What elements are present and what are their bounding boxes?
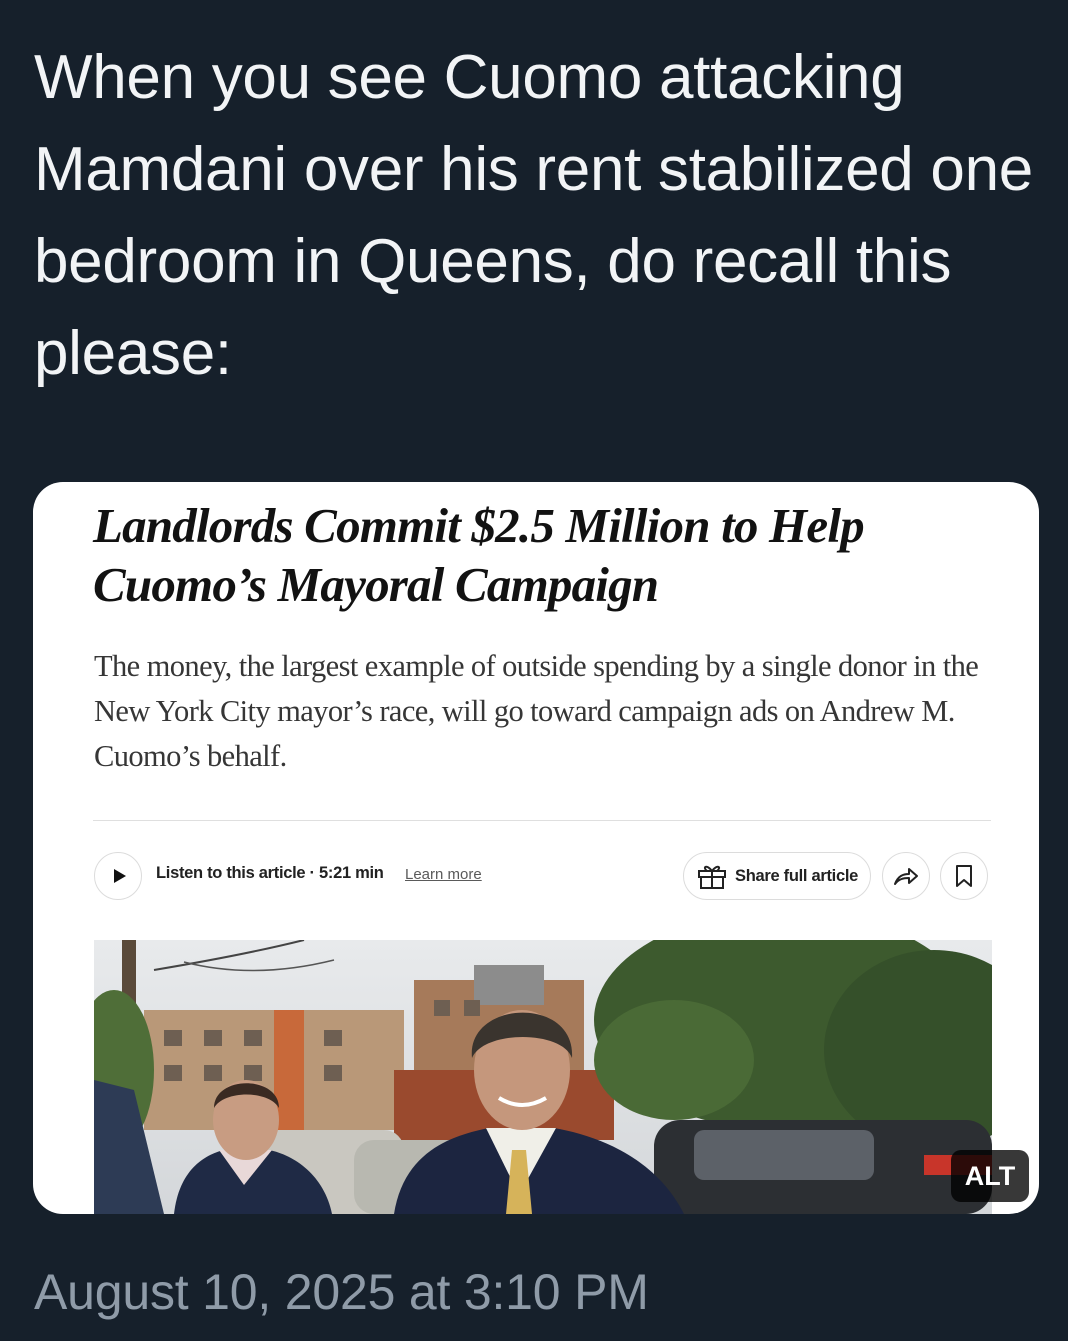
bookmark-button[interactable]	[940, 852, 988, 900]
share-full-article-button[interactable]: Share full article	[683, 852, 871, 900]
tweet-timestamp[interactable]: August 10, 2025 at 3:10 PM	[34, 1263, 649, 1321]
alt-text-badge[interactable]: ALT	[951, 1150, 1029, 1202]
tweet-text: When you see Cuomo attacking Mamdani ove…	[34, 43, 1033, 388]
bookmark-icon	[956, 865, 972, 887]
article-screenshot-card[interactable]: Landlords Commit $2.5 Million to Help Cu…	[33, 482, 1039, 1214]
article-summary: The money, the largest example of outsid…	[94, 649, 979, 773]
play-icon	[113, 869, 126, 883]
listen-label: Listen to this article · 5:21 min	[156, 864, 384, 882]
article-headline: Landlords Commit $2.5 Million to Help Cu…	[93, 498, 865, 612]
learn-more-link[interactable]: Learn more	[405, 866, 482, 883]
share-label: Share full article	[735, 866, 858, 885]
share-button[interactable]	[882, 852, 930, 900]
gift-icon	[697, 862, 727, 890]
divider	[93, 820, 991, 821]
share-arrow-icon	[894, 868, 918, 885]
article-photo	[94, 940, 992, 1214]
play-button[interactable]	[94, 852, 142, 900]
